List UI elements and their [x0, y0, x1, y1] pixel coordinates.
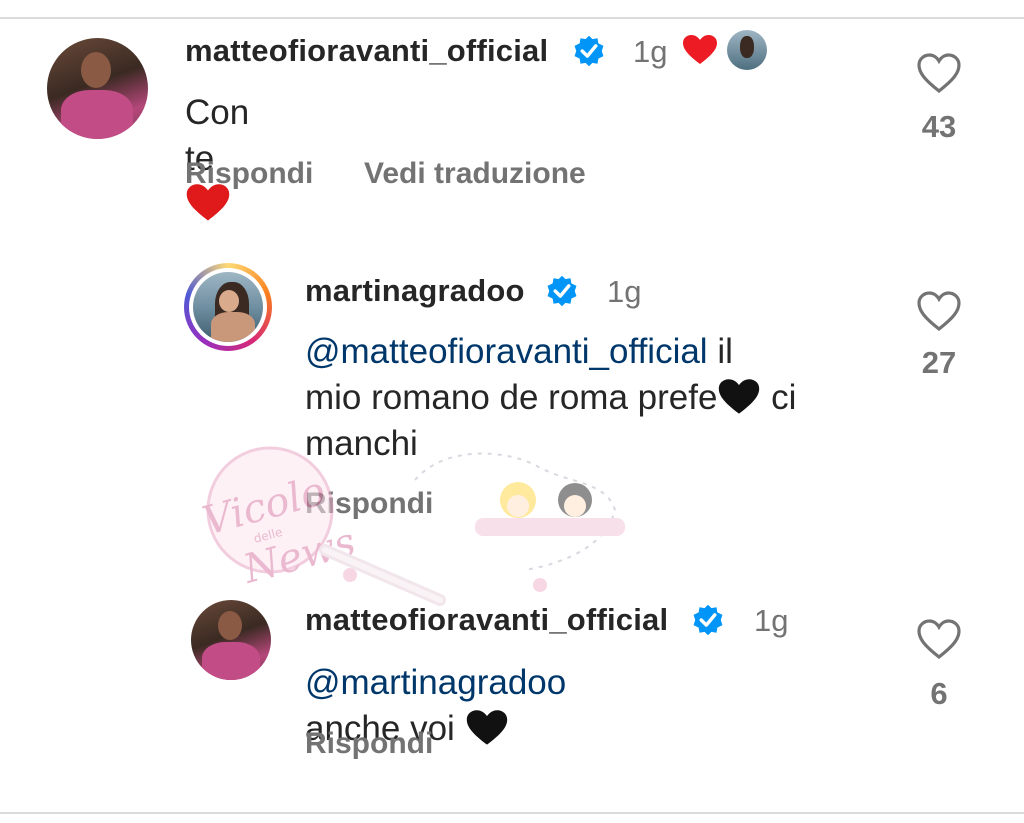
username[interactable]: matteofioravanti_official — [185, 33, 548, 69]
like-count: 43 — [921, 109, 957, 144]
verified-badge-icon — [574, 35, 604, 67]
see-translation-button[interactable]: Vedi traduzione — [364, 157, 586, 191]
avatar[interactable] — [184, 263, 272, 351]
reply-button[interactable]: Rispondi — [305, 727, 433, 761]
creator-liked-heart-icon — [683, 35, 717, 64]
mention-link[interactable]: @matteofioravanti_official — [305, 332, 708, 371]
like-heart-icon[interactable] — [916, 52, 962, 94]
like-count: 27 — [921, 345, 957, 380]
top-divider — [0, 17, 1024, 19]
username[interactable]: martinagradoo — [305, 273, 525, 309]
reply-button[interactable]: Rispondi — [185, 157, 313, 191]
black-heart-icon — [719, 378, 760, 414]
comment-time: 1g — [633, 34, 668, 69]
username[interactable]: matteofioravanti_official — [305, 602, 668, 638]
avatar[interactable] — [191, 600, 271, 680]
bottom-divider — [0, 812, 1024, 814]
avatar[interactable] — [47, 38, 148, 139]
comment-time: 1g — [607, 274, 642, 309]
svg-text:delle: delle — [252, 525, 284, 546]
creator-avatar-mini — [727, 30, 767, 70]
mention-link[interactable]: @martinagradoo — [305, 663, 566, 702]
like-heart-icon[interactable] — [916, 290, 962, 332]
verified-badge-icon — [693, 604, 723, 636]
comment-text: @matteofioravanti_official il mio romano… — [305, 332, 797, 463]
black-heart-icon — [466, 709, 507, 745]
like-heart-icon[interactable] — [916, 618, 962, 660]
verified-badge-icon — [547, 275, 577, 307]
svg-text:News: News — [238, 519, 360, 593]
comment-time: 1g — [754, 603, 789, 638]
reply-button[interactable]: Rispondi — [305, 487, 433, 521]
like-count: 6 — [930, 676, 948, 711]
